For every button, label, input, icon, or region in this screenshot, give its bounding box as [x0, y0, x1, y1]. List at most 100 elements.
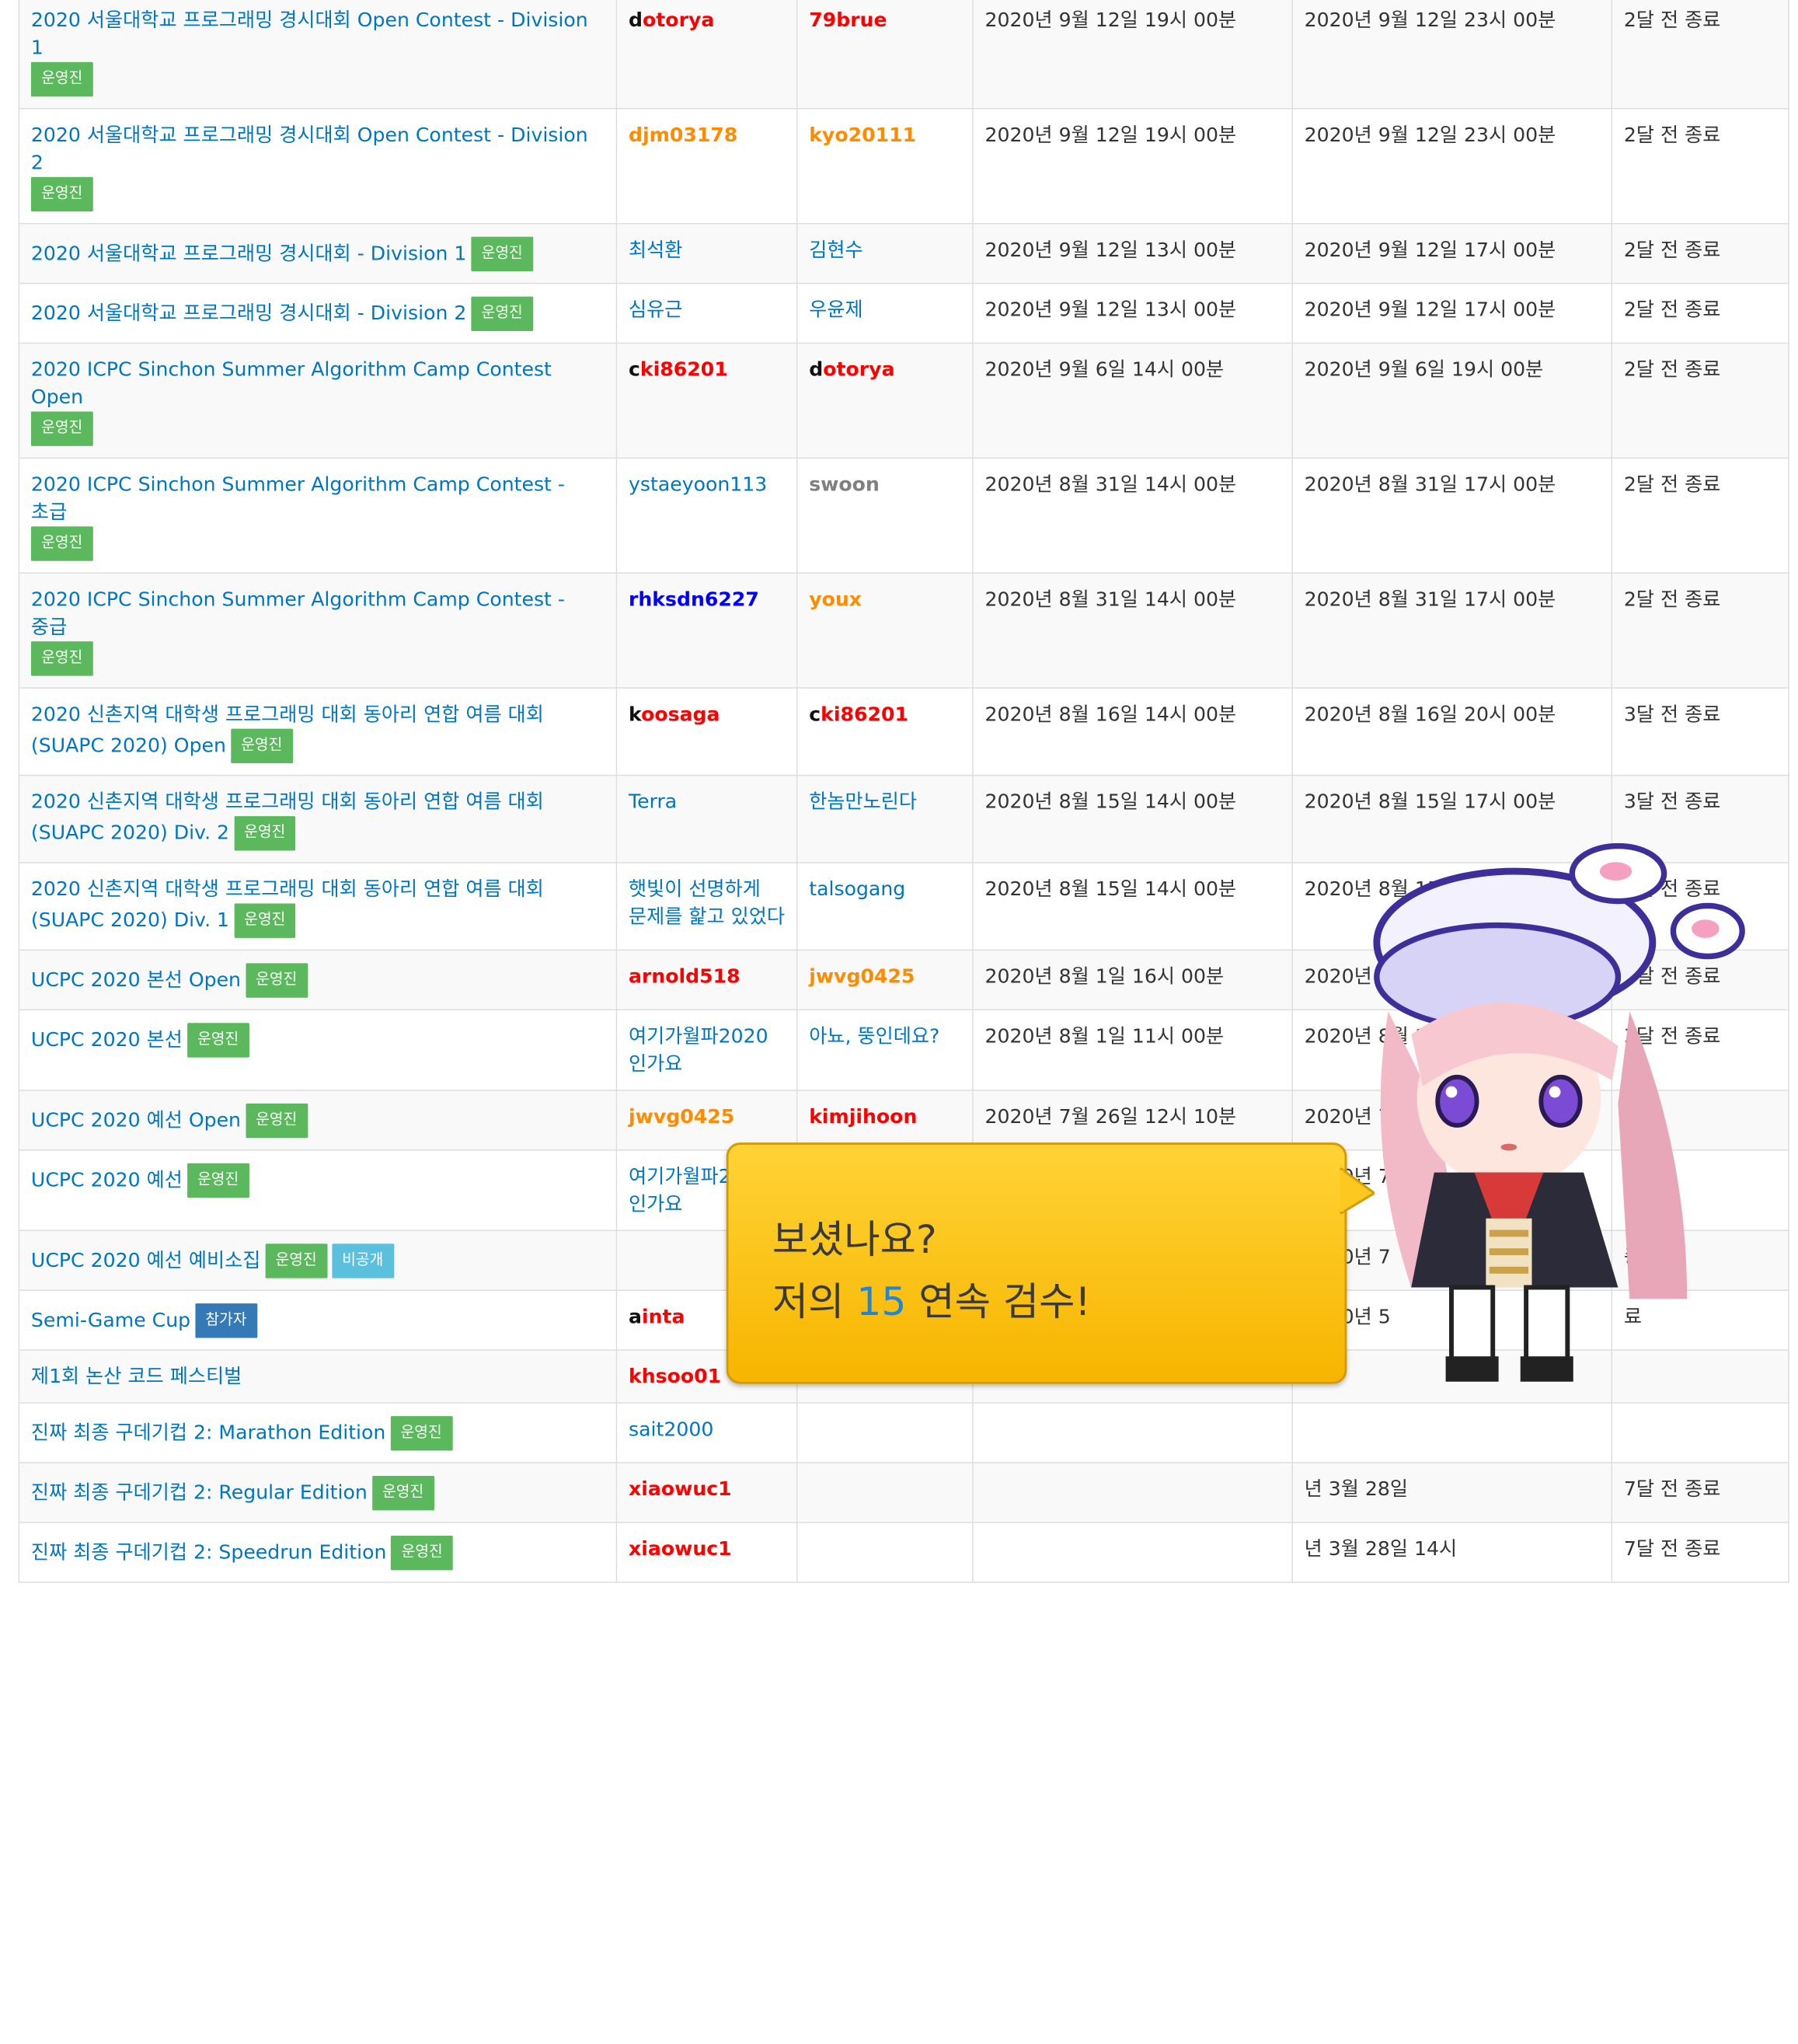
first-place-user-link[interactable]: koosaga — [629, 703, 720, 727]
private-badge: 비공개 — [331, 1243, 394, 1278]
first-place-user-link[interactable]: djm03178 — [629, 124, 737, 148]
staff-badge: 운영진 — [390, 1416, 452, 1451]
contest-link[interactable]: UCPC 2020 본선 Open — [31, 969, 241, 992]
contest-link[interactable]: 2020 서울대학교 프로그래밍 경시대회 Open Contest - Div… — [31, 9, 588, 60]
contest-link[interactable]: 2020 서울대학교 프로그래밍 경시대회 Open Contest - Div… — [31, 124, 588, 175]
first-place-user-link[interactable]: khsoo01 — [629, 1366, 721, 1389]
staff-badge: 운영진 — [233, 903, 296, 938]
second-place-user-link[interactable]: 79brue — [809, 9, 887, 33]
start-time-cell: 2020년 8월 16일 14시 00분 — [972, 687, 1293, 776]
second-place-cell — [796, 1462, 974, 1523]
first-place-cell: 햇빛이 선명하게 문제를 핥고 있었다 — [615, 862, 798, 951]
contest-link[interactable]: 2020 서울대학교 프로그래밍 경시대회 - Division 2 — [31, 302, 466, 326]
contest-link[interactable]: UCPC 2020 예선 — [31, 1169, 183, 1192]
first-place-user-link[interactable]: 심유근 — [629, 299, 682, 323]
first-place-cell: xiaowuc1 — [615, 1522, 798, 1583]
contest-link[interactable]: UCPC 2020 예선 Open — [31, 1109, 241, 1132]
start-time-cell — [972, 1402, 1293, 1463]
mascot-character-image — [1373, 842, 1745, 1382]
first-place-cell: dotorya — [615, 0, 798, 110]
first-place-cell: arnold518 — [615, 949, 798, 1011]
status-cell: 2달 전 종료 — [1611, 457, 1789, 574]
first-place-user-link[interactable]: sait2000 — [629, 1418, 713, 1442]
second-place-user-link[interactable]: kimjihoon — [809, 1106, 917, 1129]
contest-link[interactable]: 진짜 최종 구데기컵 2: Regular Edition — [31, 1481, 368, 1505]
second-place-user-link[interactable]: 우윤제 — [809, 299, 862, 323]
first-place-user-link[interactable]: jwvg0425 — [629, 1106, 734, 1129]
contest-link[interactable]: 2020 ICPC Sinchon Summer Algorithm Camp … — [31, 473, 565, 524]
contest-title-cell: 진짜 최종 구데기컵 2: Regular Edition 운영진 — [18, 1462, 618, 1523]
contest-link[interactable]: 진짜 최종 구데기컵 2: Marathon Edition — [31, 1422, 385, 1446]
first-place-user-link[interactable]: xiaowuc1 — [629, 1478, 732, 1502]
contest-title-cell: 2020 서울대학교 프로그래밍 경시대회 - Division 1 운영진 — [18, 222, 618, 284]
status-cell: 7달 전 종료 — [1611, 1462, 1789, 1523]
first-place-user-link[interactable]: cki86201 — [629, 358, 728, 382]
status-cell: 2달 전 종료 — [1611, 108, 1789, 225]
first-place-user-link[interactable]: arnold518 — [629, 965, 740, 989]
first-place-user-link[interactable]: Terra — [629, 791, 677, 814]
second-place-cell: youx — [796, 572, 974, 689]
second-place-user-link[interactable]: 한놈만노린다 — [809, 791, 917, 814]
contest-title-cell: UCPC 2020 본선 Open 운영진 — [18, 949, 618, 1011]
staff-badge: 운영진 — [230, 728, 293, 764]
table-row: 2020 ICPC Sinchon Summer Algorithm Camp … — [18, 572, 1789, 689]
second-place-user-link[interactable]: 김현수 — [809, 239, 862, 263]
first-place-user-link[interactable]: ainta — [629, 1306, 685, 1329]
contest-title-cell: 2020 ICPC Sinchon Summer Algorithm Camp … — [18, 457, 618, 574]
end-time-cell — [1291, 1402, 1613, 1463]
staff-badge: 운영진 — [30, 411, 93, 446]
contest-link[interactable]: 2020 ICPC Sinchon Summer Algorithm Camp … — [31, 358, 552, 409]
first-place-user-link[interactable]: ystaeyoon113 — [629, 473, 767, 497]
second-place-user-link[interactable]: 아뇨, 뚱인데요? — [809, 1025, 939, 1048]
first-place-user-link[interactable]: 최석환 — [629, 239, 682, 263]
end-time-cell: 2020년 8월 31일 17시 00분 — [1291, 457, 1613, 574]
first-place-cell: koosaga — [615, 687, 798, 776]
status-cell: 2달 전 종료 — [1611, 282, 1789, 344]
popup-line-1: 보셨나요? — [772, 1217, 937, 1264]
staff-badge: 운영진 — [265, 1243, 327, 1278]
start-time-cell: 2020년 9월 12일 13시 00분 — [972, 282, 1293, 344]
username-rest: ki86201 — [821, 703, 908, 727]
second-place-cell — [796, 1402, 974, 1463]
staff-badge: 운영진 — [391, 1535, 454, 1571]
contest-link[interactable]: UCPC 2020 예선 예비소집 — [31, 1250, 260, 1273]
second-place-user-link[interactable]: youx — [809, 588, 862, 612]
contest-link[interactable]: UCPC 2020 본선 — [31, 1029, 183, 1052]
status-cell: 3달 전 종료 — [1611, 687, 1789, 776]
second-place-user-link[interactable]: swoon — [809, 473, 880, 497]
second-place-cell: swoon — [796, 457, 974, 574]
start-time-cell — [972, 1462, 1293, 1523]
table-row: 2020 ICPC Sinchon Summer Algorithm Camp … — [18, 457, 1789, 574]
username-rest: otorya — [643, 9, 715, 33]
contest-link[interactable]: 제1회 논산 코드 페스티벌 — [31, 1366, 242, 1389]
status-cell — [1611, 1402, 1789, 1463]
contest-link[interactable]: 2020 ICPC Sinchon Summer Algorithm Camp … — [31, 588, 565, 639]
contest-title-cell: 제1회 논산 코드 페스티벌 — [18, 1349, 618, 1404]
first-place-user-link[interactable]: dotorya — [629, 9, 714, 33]
contest-link[interactable]: 진짜 최종 구데기컵 2: Speedrun Edition — [31, 1541, 387, 1564]
first-place-user-link[interactable]: 햇빛이 선명하게 문제를 핥고 있었다 — [629, 878, 785, 929]
first-place-cell: 여기가월파2020인가요 — [615, 1009, 798, 1091]
table-row: 2020 서울대학교 프로그래밍 경시대회 - Division 2 운영진 심유근… — [18, 282, 1789, 344]
username-first-letter: d — [809, 358, 824, 382]
first-place-user-link[interactable]: xiaowuc1 — [629, 1538, 732, 1561]
second-place-user-link[interactable]: talsogang — [809, 878, 905, 902]
status-cell: 2달 전 종료 — [1611, 342, 1789, 459]
contest-link[interactable]: 2020 서울대학교 프로그래밍 경시대회 - Division 1 — [31, 242, 466, 266]
status-cell: 2달 전 종료 — [1611, 222, 1789, 284]
contest-title-cell: UCPC 2020 예선 Open 운영진 — [18, 1090, 618, 1151]
first-place-user-link[interactable]: rhksdn6227 — [629, 588, 759, 612]
second-place-cell: cki86201 — [796, 687, 974, 776]
participant-badge: 참가자 — [195, 1303, 257, 1338]
second-place-user-link[interactable]: cki86201 — [809, 703, 908, 727]
first-place-user-link[interactable]: 여기가월파2020인가요 — [629, 1025, 768, 1076]
popup-line-2: 저의 15 연속 검수! — [772, 1271, 1091, 1334]
second-place-user-link[interactable]: kyo20111 — [809, 124, 916, 148]
start-time-cell: 2020년 8월 31일 14시 00분 — [972, 457, 1293, 574]
first-place-cell: rhksdn6227 — [615, 572, 798, 689]
second-place-user-link[interactable]: dotorya — [809, 358, 894, 382]
staff-badge: 운영진 — [30, 526, 93, 561]
contest-link[interactable]: Semi-Game Cup — [31, 1310, 190, 1333]
second-place-user-link[interactable]: jwvg0425 — [809, 965, 915, 989]
staff-badge: 운영진 — [471, 236, 534, 272]
